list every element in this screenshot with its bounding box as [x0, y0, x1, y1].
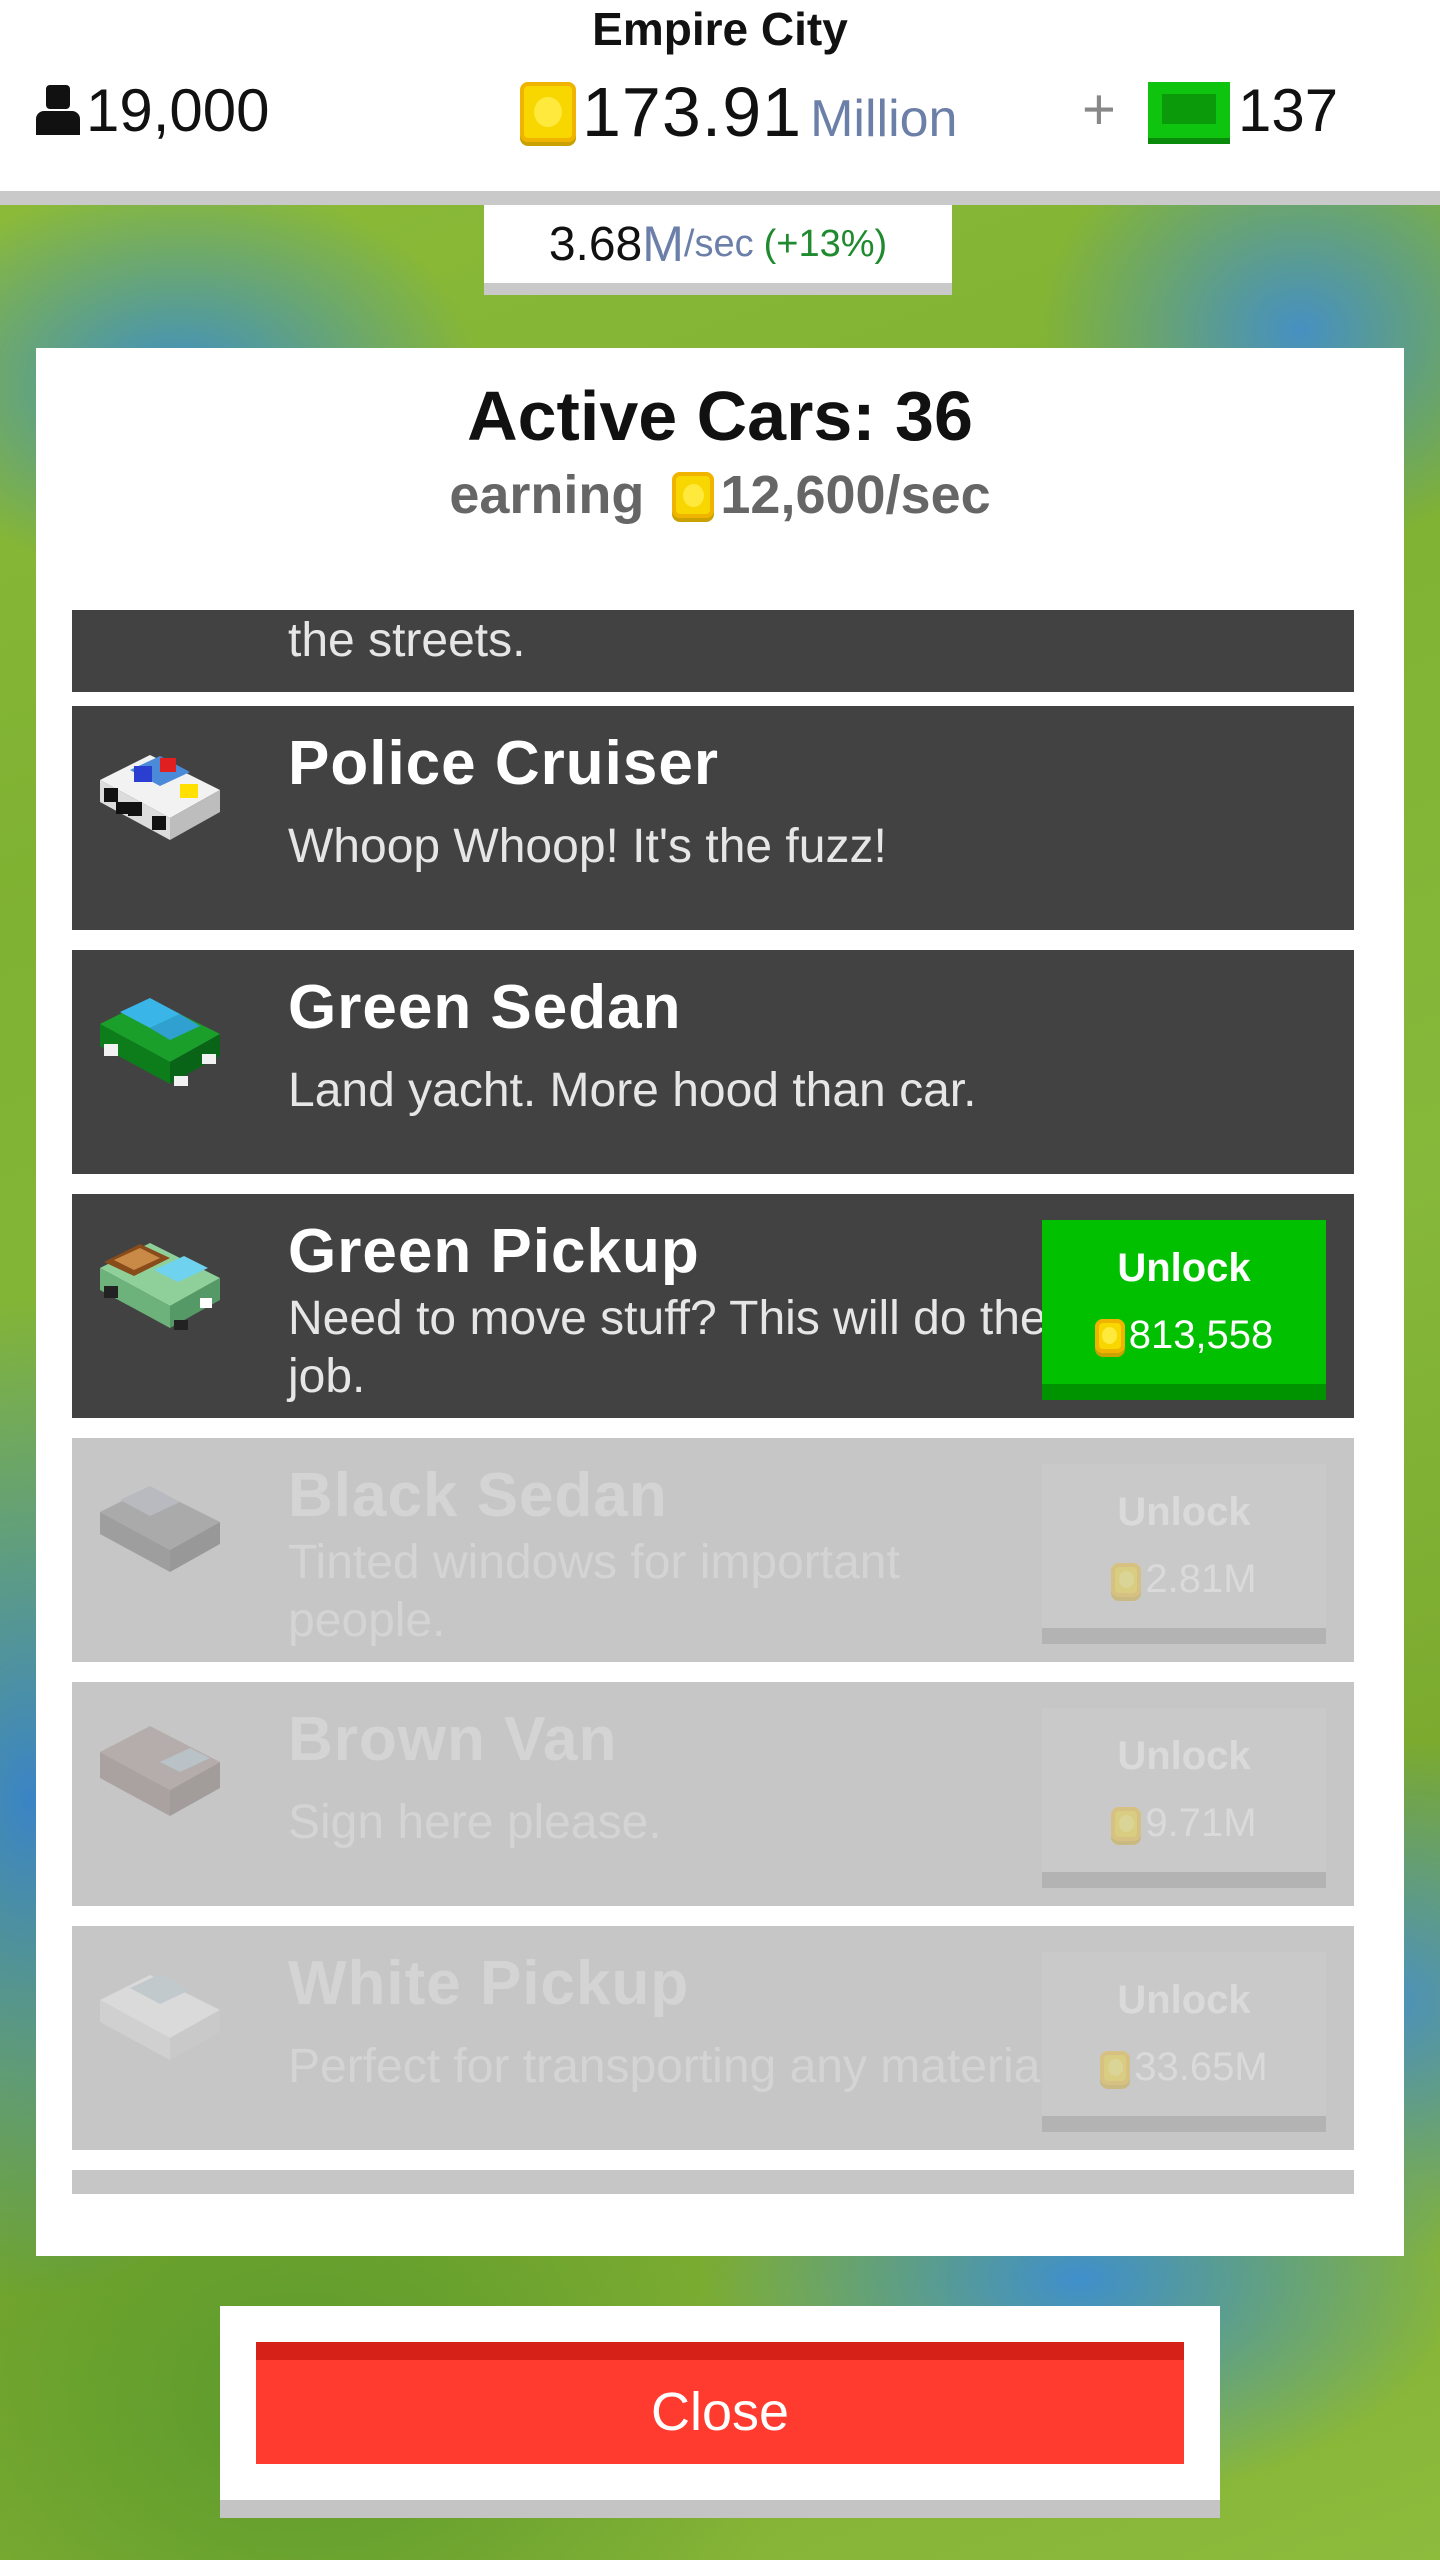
list-item[interactable]: the streets. [72, 610, 1354, 692]
car-description: Perfect for transporting any material. [288, 2040, 1065, 2093]
unlock-price: 33.65M [1100, 2045, 1268, 2090]
top-bar: Empire City 19,000 173.91 Million + 137 [0, 0, 1440, 205]
coin-icon [1100, 2050, 1131, 2085]
black-sedan-icon [100, 1486, 220, 1572]
cash-icon [1148, 82, 1230, 138]
population-display: 19,000 [36, 72, 270, 148]
car-description: Tinted windows for important people. [288, 1536, 900, 1647]
rate-unit: M [642, 216, 684, 272]
list-item-brown-van[interactable]: Brown Van Sign here please. Unlock 9.71M [72, 1682, 1354, 1906]
unlock-label: Unlock [1117, 1734, 1251, 1778]
money-display: 173.91 Million [520, 70, 957, 154]
close-container: Close [220, 2306, 1220, 2518]
police-car-icon [100, 755, 220, 840]
price-value: 33.65M [1134, 2045, 1268, 2089]
unlock-price: 2.81M [1111, 1557, 1257, 1602]
add-cash-button[interactable]: + [1082, 78, 1116, 142]
unlock-label: Unlock [1117, 1978, 1251, 2022]
list-item-green-pickup[interactable]: Green Pickup Need to move stuff? This wi… [72, 1194, 1354, 1418]
person-icon [36, 85, 80, 135]
list-item[interactable] [72, 2170, 1354, 2194]
unlock-price: 813,558 [1094, 1313, 1274, 1358]
coin-icon [1094, 1318, 1125, 1353]
coin-icon [672, 472, 715, 518]
car-description: Need to move stuff? This will do the job… [288, 1292, 1047, 1403]
brown-van-icon [100, 1726, 220, 1816]
unlock-brown-van-button: Unlock 9.71M [1042, 1708, 1326, 1888]
list-item-green-sedan[interactable]: Green Sedan Land yacht. More hood than c… [72, 950, 1354, 1174]
population-value: 19,000 [86, 76, 270, 144]
income-rate: 3.68 M /sec (+13%) [484, 205, 952, 295]
coin-icon [1111, 1562, 1142, 1597]
list-item-white-pickup[interactable]: White Pickup Perfect for transporting an… [72, 1926, 1354, 2150]
money-amount: 173.91 [582, 73, 803, 151]
car-description: Land yacht. More hood than car. [288, 1064, 977, 1117]
panel-title: Active Cars: 36 [467, 377, 973, 455]
car-name: Black Sedan [288, 1461, 668, 1530]
earning-value: 12,600/sec [720, 465, 991, 525]
rate-percent: (+13%) [763, 222, 888, 265]
green-sedan-icon [100, 998, 220, 1086]
car-description: Whoop Whoop! It's the fuzz! [288, 820, 887, 873]
rate-per: /sec [683, 222, 754, 265]
price-value: 2.81M [1145, 1557, 1257, 1601]
car-description: Sign here please. [288, 1796, 662, 1849]
price-value: 813,558 [1128, 1313, 1274, 1357]
price-value: 9.71M [1145, 1801, 1257, 1845]
cash-display[interactable]: 137 [1148, 74, 1338, 146]
car-name: Green Pickup [288, 1217, 700, 1286]
list-item-police-cruiser[interactable]: Police Cruiser Whoop Whoop! It's the fuz… [72, 706, 1354, 930]
green-pickup-icon [100, 1243, 220, 1330]
unlock-green-pickup-button[interactable]: Unlock 813,558 [1042, 1220, 1326, 1400]
close-button[interactable]: Close [256, 2342, 1184, 2464]
unlock-label: Unlock [1117, 1490, 1251, 1534]
rate-value: 3.68 [548, 217, 643, 271]
white-pickup-icon [100, 1974, 220, 2060]
coin-icon [520, 82, 576, 142]
car-name: Brown Van [288, 1705, 618, 1774]
list-item-black-sedan[interactable]: Black Sedan Tinted windows for important… [72, 1438, 1354, 1662]
money-unit: Million [810, 90, 958, 148]
coin-icon [1111, 1806, 1142, 1841]
cash-value: 137 [1238, 76, 1339, 144]
car-name: Police Cruiser [288, 729, 719, 798]
unlock-black-sedan-button: Unlock 2.81M [1042, 1464, 1326, 1644]
car-name: Green Sedan [288, 973, 682, 1042]
unlock-label: Unlock [1117, 1246, 1251, 1290]
earning-label: earning [449, 465, 645, 525]
unlock-price: 9.71M [1111, 1801, 1257, 1846]
cars-panel: Active Cars: 36 earning 12,600/sec the s… [36, 348, 1404, 2256]
city-name: Empire City [592, 3, 848, 55]
car-list[interactable]: the streets. Police Cruiser Whoop Whoop!… [72, 610, 1354, 2194]
unlock-white-pickup-button: Unlock 33.65M [1042, 1952, 1326, 2132]
car-name: White Pickup [288, 1949, 690, 2018]
earning-line: earning 12,600/sec [36, 464, 1404, 526]
car-description: the streets. [288, 614, 526, 667]
